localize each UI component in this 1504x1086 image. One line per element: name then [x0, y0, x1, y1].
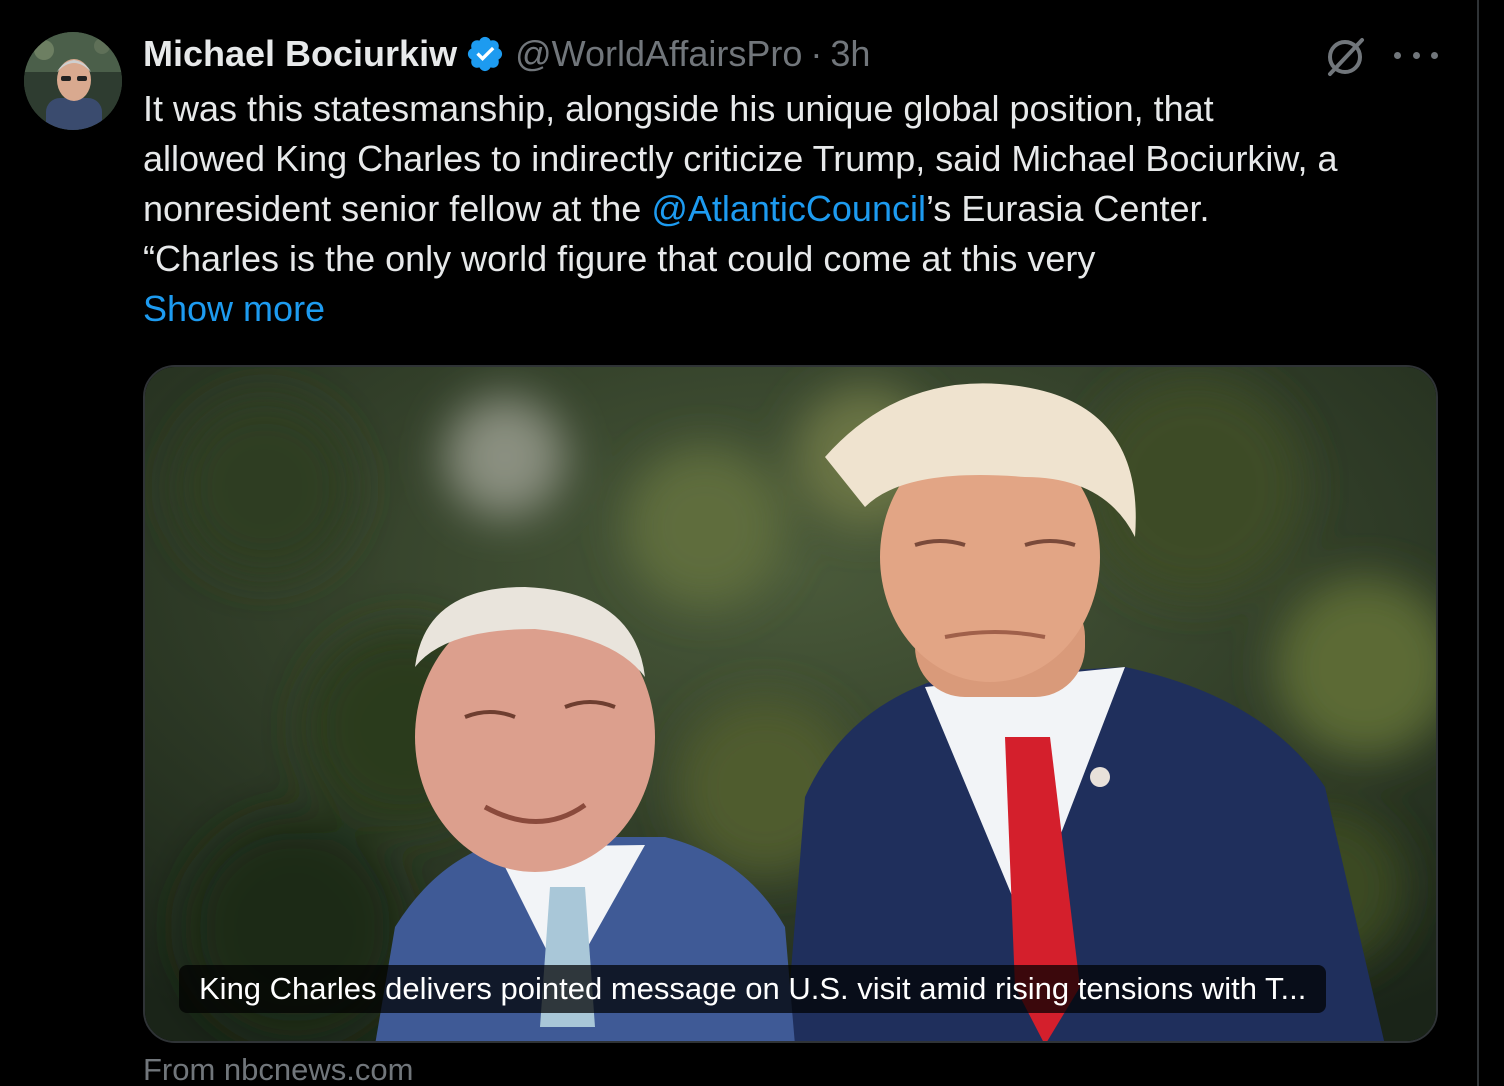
card-image: [145, 367, 1436, 1041]
more-dot: [1412, 51, 1420, 59]
more-icon[interactable]: [1394, 40, 1438, 70]
author-name[interactable]: Michael Bociurkiw: [143, 33, 457, 75]
card-caption: King Charles delivers pointed message on…: [179, 965, 1327, 1013]
more-dot: [1431, 51, 1438, 59]
timeline-border: [1477, 0, 1479, 1086]
grok-icon[interactable]: [1322, 34, 1368, 80]
tweet-text-line: “Charles is the only world figure that c…: [143, 238, 1096, 279]
tweet-timestamp[interactable]: 3h: [830, 33, 870, 75]
tweet-text: It was this statesmanship, alongside his…: [143, 84, 1443, 284]
show-more-link[interactable]: Show more: [143, 284, 325, 334]
tweet-header: Michael Bociurkiw @WorldAffairsPro · 3h: [143, 30, 870, 78]
mention-link[interactable]: @AtlanticCouncil: [651, 188, 926, 229]
header-separator: ·: [810, 33, 823, 74]
more-dot: [1394, 51, 1401, 59]
tweet-text-line: allowed King Charles to indirectly criti…: [143, 138, 1338, 179]
link-card[interactable]: King Charles delivers pointed message on…: [143, 365, 1438, 1043]
avatar[interactable]: [24, 32, 122, 130]
card-source[interactable]: From nbcnews.com: [143, 1052, 413, 1086]
verified-badge-icon: [465, 34, 505, 74]
tweet-text-line: It was this statesmanship, alongside his…: [143, 88, 1214, 129]
author-handle[interactable]: @WorldAffairsPro: [515, 33, 802, 75]
tweet-text-line-end: ’s Eurasia Center.: [925, 188, 1210, 229]
tweet-text-line-start: nonresident senior fellow at the: [143, 188, 652, 229]
tweet-text-line: nonresident senior fellow at the @Atlant…: [143, 184, 1443, 234]
